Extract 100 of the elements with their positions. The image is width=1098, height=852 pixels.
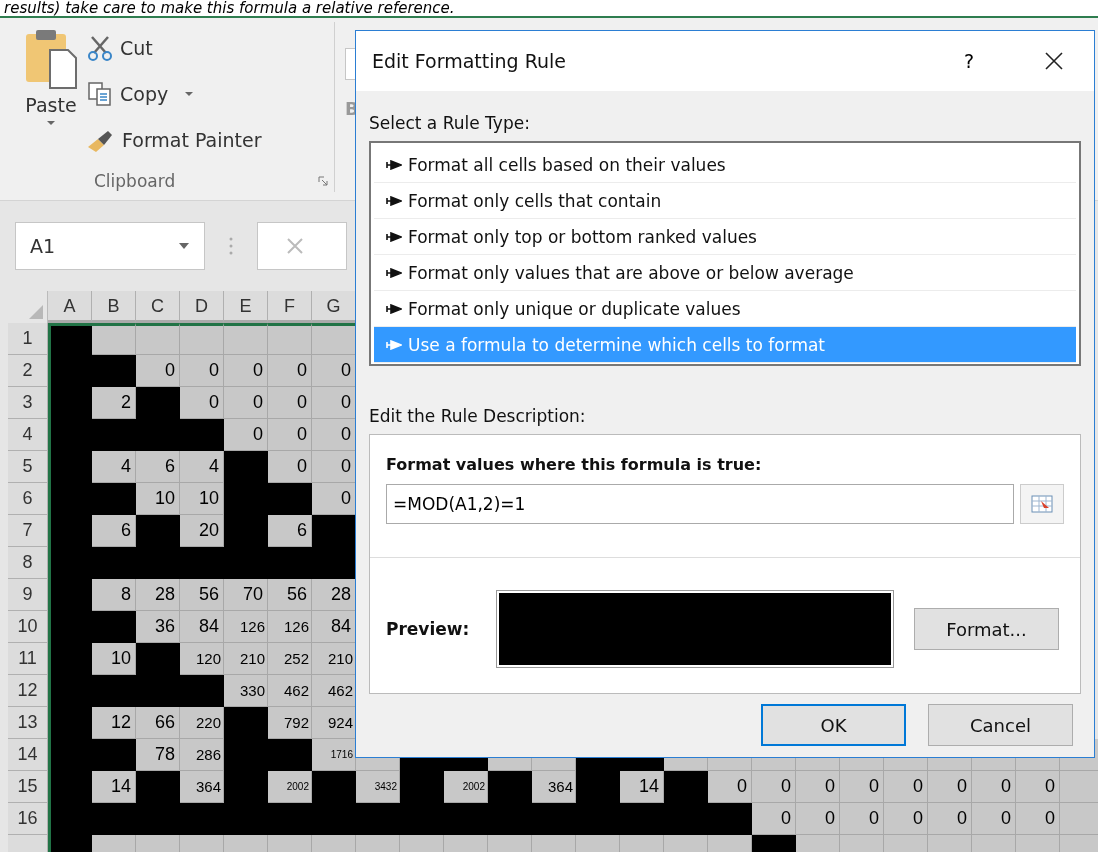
copy-icon bbox=[86, 81, 114, 107]
table-cell: 0 bbox=[796, 803, 840, 835]
name-box[interactable]: A1 bbox=[15, 222, 205, 270]
table-cell: 0 bbox=[180, 387, 224, 419]
table-cell: 126 bbox=[268, 611, 312, 643]
dialog-title: Edit Formatting Rule bbox=[372, 50, 568, 72]
close-icon[interactable] bbox=[1044, 51, 1064, 71]
group-label: Clipboard bbox=[94, 171, 176, 191]
row-header[interactable]: 1 bbox=[8, 323, 48, 355]
bullet-arrow-icon bbox=[386, 231, 402, 242]
table-cell: 0 bbox=[312, 451, 356, 483]
column-header[interactable]: A bbox=[48, 291, 92, 323]
table-cell: 364 bbox=[180, 771, 224, 803]
table-cell: 0 bbox=[972, 771, 1016, 803]
table-cell: 2002 bbox=[444, 771, 488, 803]
table-cell: 12 bbox=[92, 707, 136, 739]
table-cell: 3432 bbox=[356, 771, 400, 803]
dialog-button[interactable]: Cancel bbox=[928, 704, 1073, 746]
table-cell: 84 bbox=[312, 611, 356, 643]
table-cell: 0 bbox=[972, 803, 1016, 835]
bullet-arrow-icon bbox=[386, 267, 402, 278]
table-cell: 6 bbox=[136, 451, 180, 483]
table-cell: 0 bbox=[752, 803, 796, 835]
table-cell: 8 bbox=[92, 579, 136, 611]
table-cell: 4 bbox=[92, 451, 136, 483]
column-header[interactable]: B bbox=[92, 291, 136, 323]
row-header[interactable]: 12 bbox=[8, 675, 48, 707]
table-cell: 70 bbox=[224, 579, 268, 611]
format-painter-button[interactable]: Format Painter bbox=[86, 120, 262, 160]
list-item[interactable]: Format only cells that contain bbox=[374, 183, 1076, 219]
column-header[interactable]: D bbox=[180, 291, 224, 323]
table-cell: 0 bbox=[268, 451, 312, 483]
table-cell: 0 bbox=[884, 803, 928, 835]
list-item[interactable]: Format only values that are above or below average bbox=[374, 255, 1076, 291]
row-header[interactable]: 6 bbox=[8, 483, 48, 515]
scissors-icon bbox=[86, 35, 114, 61]
row-header[interactable]: 13 bbox=[8, 707, 48, 739]
row-header[interactable]: 14 bbox=[8, 739, 48, 771]
caption-text: results) take care to make this formula a relative reference. bbox=[0, 0, 1098, 18]
table-cell: 0 bbox=[268, 419, 312, 451]
table-cell: 126 bbox=[224, 611, 268, 643]
column-header[interactable]: F bbox=[268, 291, 312, 323]
select-all-icon[interactable] bbox=[29, 305, 43, 319]
row-header[interactable]: 16 bbox=[8, 803, 48, 835]
column-header[interactable]: C bbox=[136, 291, 180, 323]
list-item[interactable]: Format all cells based on their values bbox=[374, 147, 1076, 183]
table-cell: 792 bbox=[268, 707, 312, 739]
table-cell: 4 bbox=[180, 451, 224, 483]
dialog-launcher-icon[interactable] bbox=[318, 176, 328, 186]
column-header[interactable]: G bbox=[312, 291, 356, 323]
table-cell: 14 bbox=[620, 771, 664, 803]
caret-icon bbox=[46, 120, 56, 126]
row-header[interactable]: 9 bbox=[8, 579, 48, 611]
table-cell: 0 bbox=[752, 771, 796, 803]
table-cell: 0 bbox=[312, 355, 356, 387]
table-cell: 0 bbox=[312, 419, 356, 451]
copy-button[interactable]: Copy bbox=[86, 74, 262, 114]
table-cell: 0 bbox=[224, 355, 268, 387]
table-cell: 0 bbox=[268, 355, 312, 387]
row-header[interactable]: 11 bbox=[8, 643, 48, 675]
row-header[interactable]: 4 bbox=[8, 419, 48, 451]
help-button[interactable]: ? bbox=[963, 50, 974, 72]
collapse-button[interactable] bbox=[1020, 484, 1064, 524]
cut-button[interactable]: Cut bbox=[86, 28, 262, 68]
bullet-arrow-icon bbox=[386, 159, 402, 170]
table-cell: 6 bbox=[268, 515, 312, 547]
row-header[interactable]: 15 bbox=[8, 771, 48, 803]
table-cell: 462 bbox=[268, 675, 312, 707]
table-cell: 20 bbox=[180, 515, 224, 547]
bullet-arrow-icon bbox=[386, 303, 402, 314]
row-header[interactable]: 3 bbox=[8, 387, 48, 419]
table-cell: 0 bbox=[1016, 803, 1060, 835]
table-cell: 330 bbox=[224, 675, 268, 707]
column-header[interactable]: E bbox=[224, 291, 268, 323]
format-button[interactable]: Format... bbox=[914, 608, 1059, 650]
row-header[interactable]: 2 bbox=[8, 355, 48, 387]
table-cell: 0 bbox=[708, 771, 752, 803]
list-item[interactable]: Format only top or bottom ranked values bbox=[374, 219, 1076, 255]
table-cell: 56 bbox=[180, 579, 224, 611]
dialog-button[interactable]: OK bbox=[761, 704, 906, 746]
caret-icon bbox=[178, 242, 190, 250]
table-cell: 0 bbox=[1016, 771, 1060, 803]
table-cell: 2002 bbox=[268, 771, 312, 803]
paste-button[interactable]: Paste bbox=[24, 28, 78, 148]
formula-field[interactable]: =MOD(A1,2)=1 bbox=[386, 484, 1014, 524]
table-cell: 10 bbox=[180, 483, 224, 515]
row-header[interactable]: 7 bbox=[8, 515, 48, 547]
caret-icon bbox=[184, 91, 195, 97]
bullet-arrow-icon bbox=[386, 195, 402, 206]
table-cell: 28 bbox=[136, 579, 180, 611]
row-header[interactable]: 8 bbox=[8, 547, 48, 579]
table-cell: 0 bbox=[268, 387, 312, 419]
table-cell: 220 bbox=[180, 707, 224, 739]
section-label: Edit the Rule Description: bbox=[369, 406, 587, 426]
cancel-icon[interactable] bbox=[286, 237, 304, 255]
row-header[interactable]: 10 bbox=[8, 611, 48, 643]
table-cell: 252 bbox=[268, 643, 312, 675]
table-cell: 0 bbox=[840, 771, 884, 803]
row-header[interactable]: 5 bbox=[8, 451, 48, 483]
table-cell: 2 bbox=[92, 387, 136, 419]
